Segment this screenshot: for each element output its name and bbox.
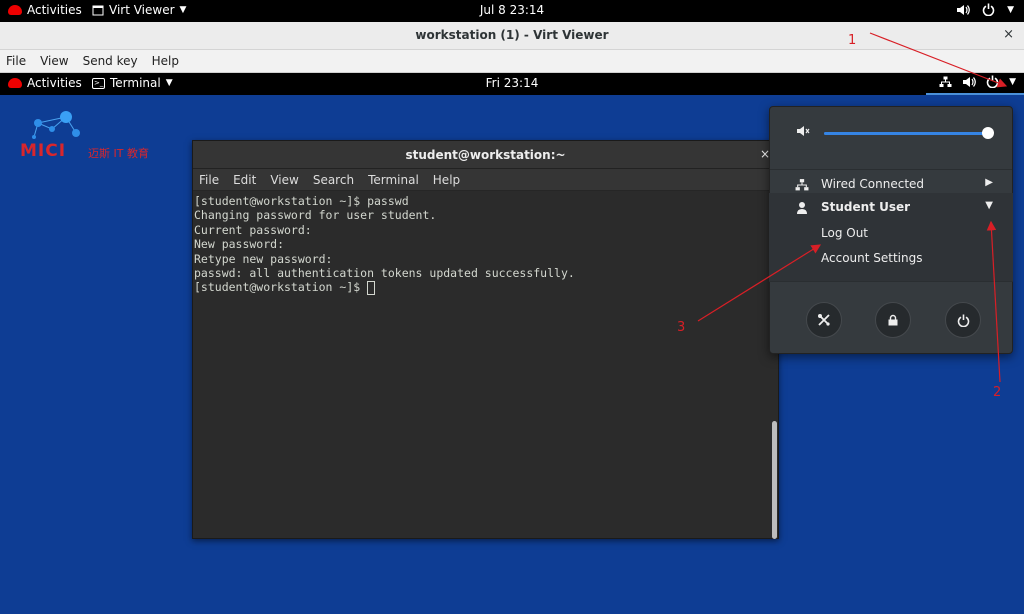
terminal-line: Changing password for user student. (194, 208, 437, 223)
guest-system-tray[interactable]: ▼ (939, 75, 1016, 88)
volume-icon (963, 76, 976, 87)
terminal-prompt: [student@workstation ~]$ (194, 280, 368, 295)
tray-active-indicator (926, 93, 1024, 95)
terminal-menubar: File Edit View Search Terminal Help (193, 169, 778, 191)
viewer-menu-view[interactable]: View (40, 54, 68, 68)
terminal-output[interactable]: [student@workstation ~]$ passwd Changing … (193, 192, 770, 538)
annotation-1: 1 (848, 33, 857, 48)
viewer-menu-send-key[interactable]: Send key (83, 54, 138, 68)
log-out-item[interactable]: Log Out (769, 223, 1013, 245)
terminal-menu-terminal[interactable]: Terminal (368, 173, 419, 187)
power-icon (957, 314, 969, 327)
power-icon (982, 3, 995, 16)
terminal-title: student@workstation:~ (405, 148, 566, 162)
terminal-icon: >_ (92, 77, 105, 89)
terminal-line: [student@workstation ~]$ passwd (194, 194, 409, 208)
wired-connected-label: Wired Connected (821, 177, 925, 191)
terminal-menu-file[interactable]: File (199, 173, 219, 187)
viewer-title: workstation (1) - Virt Viewer (415, 28, 609, 42)
host-system-tray[interactable]: ▼ (956, 3, 1014, 16)
terminal-menu-view[interactable]: View (270, 173, 298, 187)
terminal-prompt-line: [student@workstation ~]$ (194, 280, 770, 295)
terminal-line: New password: (194, 237, 285, 252)
annotation-2: 2 (993, 385, 1002, 400)
host-top-bar: Activities Virt Viewer ▼ Jul 8 23:14 ▼ (0, 0, 1024, 22)
guest-top-bar: Activities >_ Terminal ▼ Fri 23:14 ▼ (0, 73, 1024, 95)
viewer-titlebar: workstation (1) - Virt Viewer × (0, 22, 1024, 50)
logo-text: MICI (20, 141, 67, 161)
terminal-line: passwd: all authentication tokens update… (194, 266, 575, 281)
chevron-down-icon: ▼ (165, 78, 173, 88)
user-section: Student User ▼ Log Out Account Settings (769, 193, 1013, 281)
network-wired-icon (939, 76, 952, 87)
viewer-menubar: File View Send key Help (0, 50, 1024, 73)
viewer-menu-help[interactable]: Help (152, 54, 179, 68)
logo-subtext: 迈斯 IT 教育 (88, 147, 149, 160)
network-wired-icon (795, 179, 809, 191)
window-icon (92, 5, 104, 15)
system-menu-rows: Wired Connected ▶ Student User ▼ Log Out… (769, 106, 1013, 354)
account-settings-item[interactable]: Account Settings (769, 248, 1013, 270)
terminal-line: Retype new password: (194, 251, 333, 266)
student-user-item[interactable]: Student User ▼ (769, 197, 1013, 219)
account-settings-label: Account Settings (821, 251, 923, 265)
lock-button[interactable] (875, 302, 911, 338)
chevron-down-icon: ▼ (1007, 4, 1014, 15)
chevron-down-icon: ▼ (985, 200, 993, 211)
guest-activities-button[interactable]: Activities (8, 76, 82, 90)
volume-icon (957, 4, 970, 15)
menu-divider (769, 281, 1013, 282)
logo-graphic-icon (32, 111, 80, 139)
guest-app-menu[interactable]: >_ Terminal ▼ (92, 76, 173, 90)
settings-button[interactable] (806, 302, 842, 338)
terminal-window[interactable]: student@workstation:~ × File Edit View S… (192, 140, 779, 539)
student-user-label: Student User (821, 200, 911, 214)
host-clock[interactable]: Jul 8 23:14 (480, 3, 544, 17)
terminal-menu-search[interactable]: Search (313, 173, 354, 187)
annotation-3: 3 (677, 320, 686, 335)
tools-icon (818, 314, 830, 326)
host-activities-button[interactable]: Activities (8, 3, 82, 17)
terminal-cursor (367, 280, 376, 295)
terminal-scrollbar[interactable] (772, 421, 777, 539)
user-icon (797, 202, 807, 214)
chevron-down-icon: ▼ (1009, 76, 1016, 87)
terminal-menu-help[interactable]: Help (433, 173, 460, 187)
power-off-button[interactable] (945, 302, 981, 338)
viewer-menu-file[interactable]: File (6, 54, 26, 68)
mici-logo: MICI 迈斯 IT 教育 (20, 107, 170, 161)
chevron-down-icon: ▼ (179, 5, 187, 15)
guest-desktop[interactable]: Activities >_ Terminal ▼ Fri 23:14 ▼ MIC… (0, 73, 1024, 614)
log-out-label: Log Out (821, 226, 869, 240)
chevron-right-icon: ▶ (985, 177, 993, 188)
terminal-menu-edit[interactable]: Edit (233, 173, 256, 187)
guest-clock[interactable]: Fri 23:14 (486, 76, 539, 90)
viewer-close-button[interactable]: × (1003, 27, 1014, 42)
guest-app-label: Terminal (110, 76, 161, 90)
redhat-icon (8, 5, 22, 15)
terminal-titlebar[interactable]: student@workstation:~ × (193, 141, 778, 169)
host-app-label: Virt Viewer (109, 3, 175, 17)
redhat-icon (8, 78, 22, 88)
terminal-line: Current password: (194, 222, 312, 237)
host-activities-label: Activities (27, 3, 82, 17)
lock-icon (888, 314, 898, 326)
power-icon (986, 75, 999, 88)
host-app-menu[interactable]: Virt Viewer ▼ (92, 3, 186, 17)
guest-activities-label: Activities (27, 76, 82, 90)
